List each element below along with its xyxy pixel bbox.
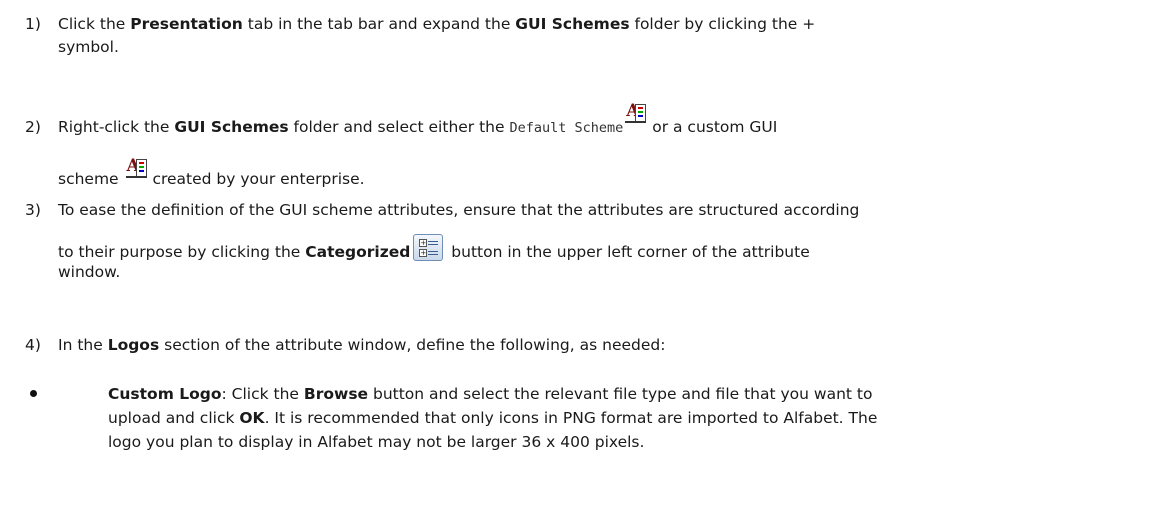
step-text: To ease the definition of the GUI scheme… — [58, 200, 1138, 282]
step-line: To ease the definition of the GUI scheme… — [58, 200, 1138, 220]
text-run: logo you plan to display in Alfabet may … — [108, 433, 645, 451]
step-text: In the Logos section of the attribute wi… — [58, 335, 1138, 355]
categorized-button-icon: + + — [413, 234, 444, 261]
gui-scheme-icon: A — [625, 102, 647, 124]
bullet-line: upload and click OK. It is recommended t… — [108, 408, 1148, 428]
gui-scheme-icon: A — [125, 157, 147, 179]
step-number: 4) — [25, 336, 41, 354]
ui-term: Browse — [303, 385, 369, 403]
step-line: symbol. — [58, 37, 1138, 57]
text-run: or a custom GUI — [647, 118, 778, 136]
bullet-text: Custom Logo: Click the Browse button and… — [108, 384, 1148, 452]
step-text: Click the Presentation tab in the tab ba… — [58, 14, 1138, 57]
text-run: window. — [58, 263, 121, 281]
text-run: : Click the — [221, 385, 304, 403]
text-run: symbol. — [58, 38, 119, 56]
step-line: to their purpose by clicking the Categor… — [58, 234, 1138, 262]
text-run: In the — [58, 336, 108, 354]
text-run: tab in the tab bar and expand the — [242, 15, 516, 33]
text-run: button and select the relevant file type… — [368, 385, 873, 403]
text-run: section of the attribute window, define … — [159, 336, 666, 354]
text-run: to their purpose by clicking the — [58, 243, 306, 261]
bullet-line: Custom Logo: Click the Browse button and… — [108, 384, 1148, 404]
text-run: button in the upper left corner of the a… — [446, 243, 810, 261]
ui-term: Presentation — [130, 15, 243, 33]
text-run: Click the — [58, 15, 131, 33]
step-line: Click the Presentation tab in the tab ba… — [58, 14, 1138, 34]
ui-term: Logos — [107, 336, 160, 354]
step-line: Right-click the GUI Schemes folder and s… — [58, 97, 1138, 137]
step-number: 2) — [25, 118, 41, 136]
step-number: 1) — [25, 15, 41, 33]
text-run: scheme — [58, 170, 124, 188]
text-run: upload and click — [108, 409, 240, 427]
step-line: scheme A created by your enterprise. — [58, 157, 1138, 189]
text-run: To ease the definition of the GUI scheme… — [58, 201, 860, 219]
text-run: Right-click the — [58, 118, 175, 136]
step-number: 3) — [25, 201, 41, 219]
bullet-line: logo you plan to display in Alfabet may … — [108, 432, 1148, 452]
step-line: In the Logos section of the attribute wi… — [58, 335, 1138, 355]
ui-term: Custom Logo — [108, 385, 222, 403]
step-text: Right-click the GUI Schemes folder and s… — [58, 97, 1138, 189]
ui-term: Categorized — [305, 243, 411, 261]
text-run: . It is recommended that only icons in P… — [264, 409, 878, 427]
ui-term: GUI Schemes — [515, 15, 630, 33]
text-run: folder and select either the — [288, 118, 510, 136]
step-line: window. — [58, 262, 1138, 282]
ui-term: OK — [239, 409, 265, 427]
text-run: created by your enterprise. — [147, 170, 365, 188]
text-run: folder by clicking the + — [629, 15, 816, 33]
bullet-dot — [30, 390, 37, 397]
ui-term: GUI Schemes — [174, 118, 289, 136]
default-scheme-name: Default Scheme — [509, 120, 624, 136]
